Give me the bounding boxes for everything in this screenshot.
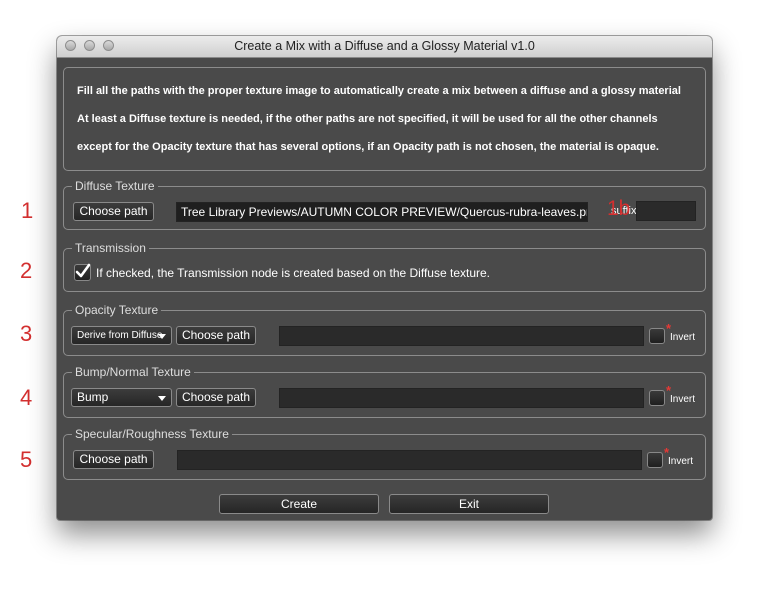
create-button[interactable]: Create bbox=[219, 494, 379, 514]
transmission-legend: Transmission bbox=[72, 241, 149, 255]
annotation-1b: 1b bbox=[607, 197, 631, 220]
info-line-1: Fill all the paths with the proper textu… bbox=[77, 85, 681, 97]
dialog-content: Fill all the paths with the proper textu… bbox=[57, 58, 712, 520]
opacity-path-field[interactable] bbox=[279, 326, 644, 346]
annotation-5: 5 bbox=[20, 447, 33, 472]
window-title: Create a Mix with a Diffuse and a Glossy… bbox=[234, 39, 535, 53]
chevron-down-icon bbox=[158, 334, 166, 339]
annotation-1: 1 bbox=[21, 198, 34, 223]
specular-legend: Specular/Roughness Texture bbox=[72, 427, 232, 441]
opacity-legend: Opacity Texture bbox=[72, 303, 162, 317]
opacity-invert-label: Invert bbox=[670, 332, 696, 343]
specular-invert-checkbox[interactable] bbox=[647, 452, 663, 468]
diffuse-path-field[interactable]: Tree Library Previews/AUTUMN COLOR PREVI… bbox=[176, 202, 588, 222]
annotation-3: 3 bbox=[20, 321, 33, 346]
diffuse-choose-path-button[interactable]: Choose path bbox=[73, 202, 154, 221]
bump-legend: Bump/Normal Texture bbox=[72, 365, 194, 379]
title-bar: Create a Mix with a Diffuse and a Glossy… bbox=[57, 36, 712, 58]
diffuse-legend: Diffuse Texture bbox=[72, 179, 158, 193]
opacity-texture-group: Opacity Texture Derive from Diffuse Choo… bbox=[63, 303, 706, 356]
dialog-window: Create a Mix with a Diffuse and a Glossy… bbox=[57, 36, 712, 520]
bump-choose-path-button[interactable]: Choose path bbox=[176, 388, 256, 407]
checkmark-icon bbox=[75, 263, 91, 278]
suffix-field[interactable] bbox=[636, 201, 696, 221]
bump-mode-dropdown[interactable]: Bump bbox=[71, 388, 172, 407]
annotation-2: 2 bbox=[20, 258, 33, 283]
opacity-asterisk: * bbox=[666, 321, 672, 336]
bump-invert-checkbox[interactable] bbox=[649, 390, 665, 406]
bump-asterisk: * bbox=[666, 383, 672, 398]
bump-normal-texture-group: Bump/Normal Texture Bump Choose path Inv… bbox=[63, 365, 706, 418]
opacity-invert-checkbox[interactable] bbox=[649, 328, 665, 344]
specular-invert-label: Invert bbox=[668, 456, 694, 467]
bump-mode-value: Bump bbox=[77, 390, 109, 404]
transmission-label: If checked, the Transmission node is cre… bbox=[96, 266, 491, 280]
specular-choose-path-button[interactable]: Choose path bbox=[73, 450, 154, 469]
info-line-2: At least a Diffuse texture is needed, if… bbox=[77, 113, 658, 125]
opacity-mode-dropdown[interactable]: Derive from Diffuse bbox=[71, 326, 172, 345]
info-line-3: except for the Opacity texture that has … bbox=[77, 141, 659, 153]
bump-invert-label: Invert bbox=[670, 394, 696, 405]
info-panel: Fill all the paths with the proper textu… bbox=[63, 67, 706, 171]
annotation-4: 4 bbox=[20, 385, 33, 410]
exit-button[interactable]: Exit bbox=[389, 494, 549, 514]
bump-path-field[interactable] bbox=[279, 388, 644, 408]
chevron-down-icon bbox=[158, 396, 166, 401]
specular-asterisk: * bbox=[664, 445, 670, 460]
specular-roughness-texture-group: Specular/Roughness Texture Choose path I… bbox=[63, 427, 706, 480]
transmission-checkbox[interactable] bbox=[74, 263, 91, 281]
specular-path-field[interactable] bbox=[177, 450, 642, 470]
opacity-choose-path-button[interactable]: Choose path bbox=[176, 326, 256, 345]
transmission-group: Transmission If checked, the Transmissio… bbox=[63, 241, 706, 292]
opacity-mode-value: Derive from Diffuse bbox=[77, 330, 163, 341]
